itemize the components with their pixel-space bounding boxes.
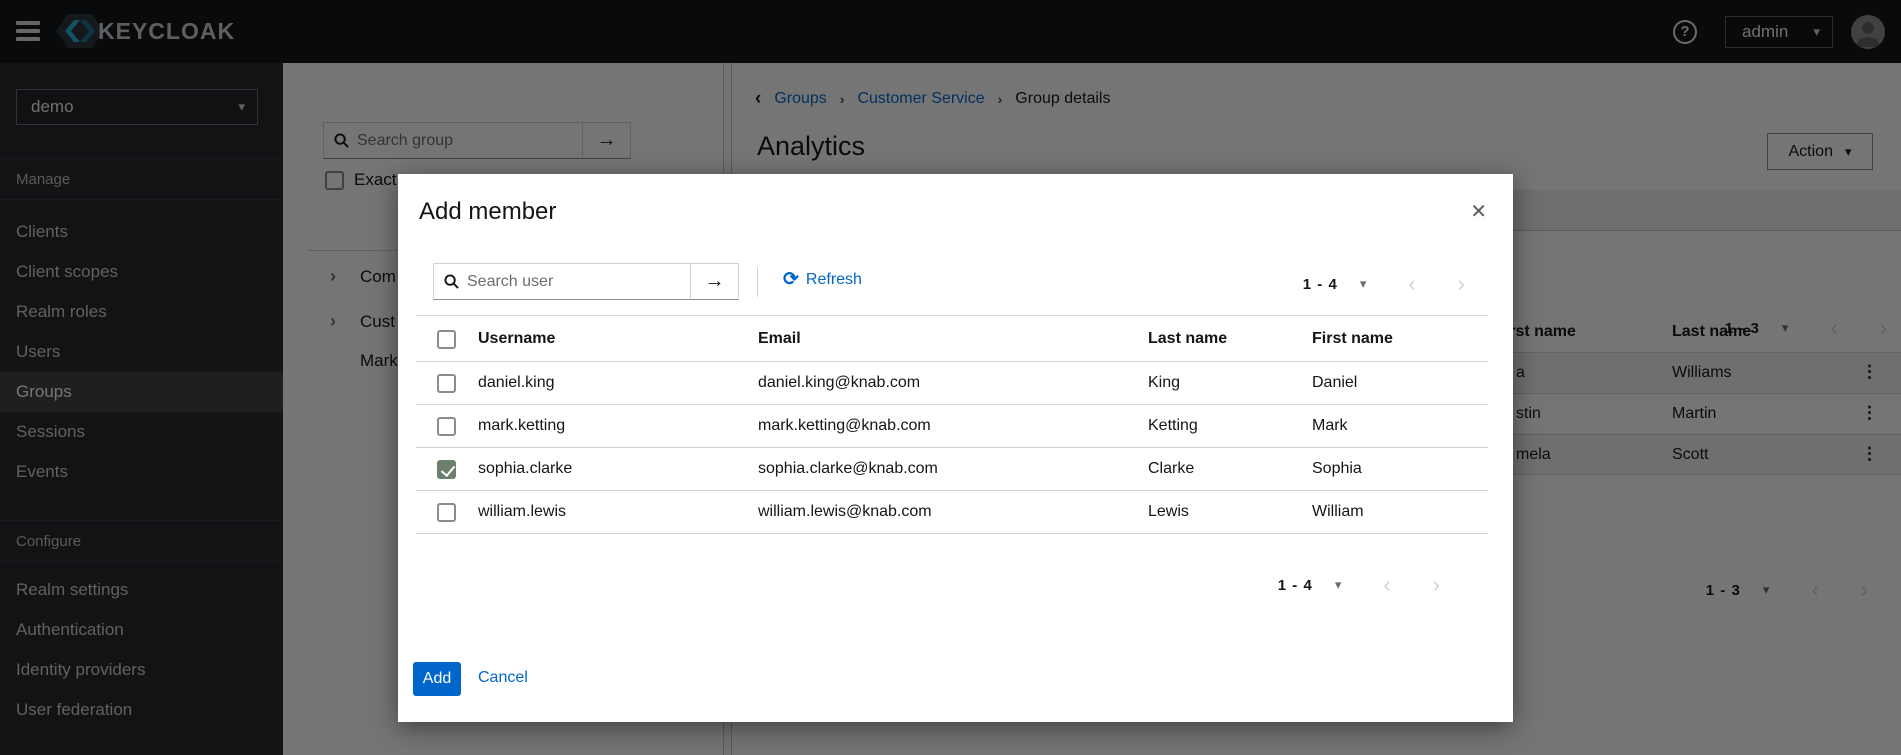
cell-last-name: Clarke <box>1148 460 1194 478</box>
user-table: Username Email Last name First name dani… <box>416 315 1488 534</box>
cancel-button[interactable]: Cancel <box>478 669 528 687</box>
modal-title: Add member <box>419 198 556 226</box>
search-icon <box>444 274 459 289</box>
user-row[interactable]: sophia.clarke sophia.clarke@knab.com Cla… <box>416 448 1488 491</box>
row-checkbox[interactable] <box>437 417 456 436</box>
cell-username: daniel.king <box>478 374 555 392</box>
refresh-label: Refresh <box>806 271 862 289</box>
cell-username: mark.ketting <box>478 417 565 435</box>
user-table-header: Username Email Last name First name <box>416 315 1488 362</box>
col-last-name: Last name <box>1148 330 1227 348</box>
cell-first-name: Mark <box>1312 417 1348 435</box>
pagination-prev-icon[interactable]: ‹ <box>1408 273 1415 295</box>
pagination-range: 1 - 4 <box>1303 276 1338 293</box>
pagination-options-icon[interactable]: ▾ <box>1360 276 1367 292</box>
close-icon[interactable]: ✕ <box>1470 202 1487 222</box>
col-first-name: First name <box>1312 330 1393 348</box>
add-member-modal: Add member ✕ → ⟳ Refresh 1 - 4 <box>398 174 1513 722</box>
cell-email: daniel.king@knab.com <box>758 374 920 392</box>
modal-pagination-bottom: 1 - 4 ▾ ‹ › <box>1278 574 1440 596</box>
cell-email: william.lewis@knab.com <box>758 503 932 521</box>
user-row[interactable]: mark.ketting mark.ketting@knab.com Ketti… <box>416 405 1488 448</box>
col-email: Email <box>758 330 801 348</box>
cell-last-name: King <box>1148 374 1180 392</box>
col-username: Username <box>478 330 555 348</box>
pagination-prev-icon[interactable]: ‹ <box>1383 574 1390 596</box>
modal-toolbar: → ⟳ Refresh 1 - 4 ▾ ‹ › <box>398 263 1513 300</box>
row-checkbox[interactable] <box>437 374 456 393</box>
pagination-next-icon[interactable]: › <box>1458 273 1465 295</box>
row-checkbox[interactable] <box>437 503 456 522</box>
refresh-button[interactable]: ⟳ Refresh <box>783 270 862 289</box>
cell-last-name: Lewis <box>1148 503 1189 521</box>
search-user-submit-button[interactable]: → <box>691 263 739 300</box>
row-checkbox[interactable] <box>437 460 456 479</box>
add-button[interactable]: Add <box>413 662 461 696</box>
toolbar-divider <box>757 267 758 297</box>
cell-username: william.lewis <box>478 503 566 521</box>
user-row[interactable]: daniel.king daniel.king@knab.com King Da… <box>416 362 1488 405</box>
cell-username: sophia.clarke <box>478 460 572 478</box>
search-user-input[interactable] <box>467 273 680 291</box>
cell-first-name: Sophia <box>1312 460 1362 478</box>
cell-last-name: Ketting <box>1148 417 1198 435</box>
pagination-next-icon[interactable]: › <box>1433 574 1440 596</box>
modal-pagination-top: 1 - 4 ▾ ‹ › <box>1303 273 1465 295</box>
cell-email: mark.ketting@knab.com <box>758 417 931 435</box>
cell-first-name: Daniel <box>1312 374 1357 392</box>
pagination-options-icon[interactable]: ▾ <box>1335 577 1342 593</box>
pagination-range: 1 - 4 <box>1278 577 1313 594</box>
keycloak-admin-console: KEYCLOAK ? admin ▾ demo ▾ Manage Clients <box>0 0 1901 755</box>
cell-first-name: William <box>1312 503 1364 521</box>
cell-email: sophia.clarke@knab.com <box>758 460 938 478</box>
user-row[interactable]: william.lewis william.lewis@knab.com Lew… <box>416 491 1488 534</box>
refresh-icon: ⟳ <box>783 270 799 289</box>
select-all-checkbox[interactable] <box>437 330 456 349</box>
